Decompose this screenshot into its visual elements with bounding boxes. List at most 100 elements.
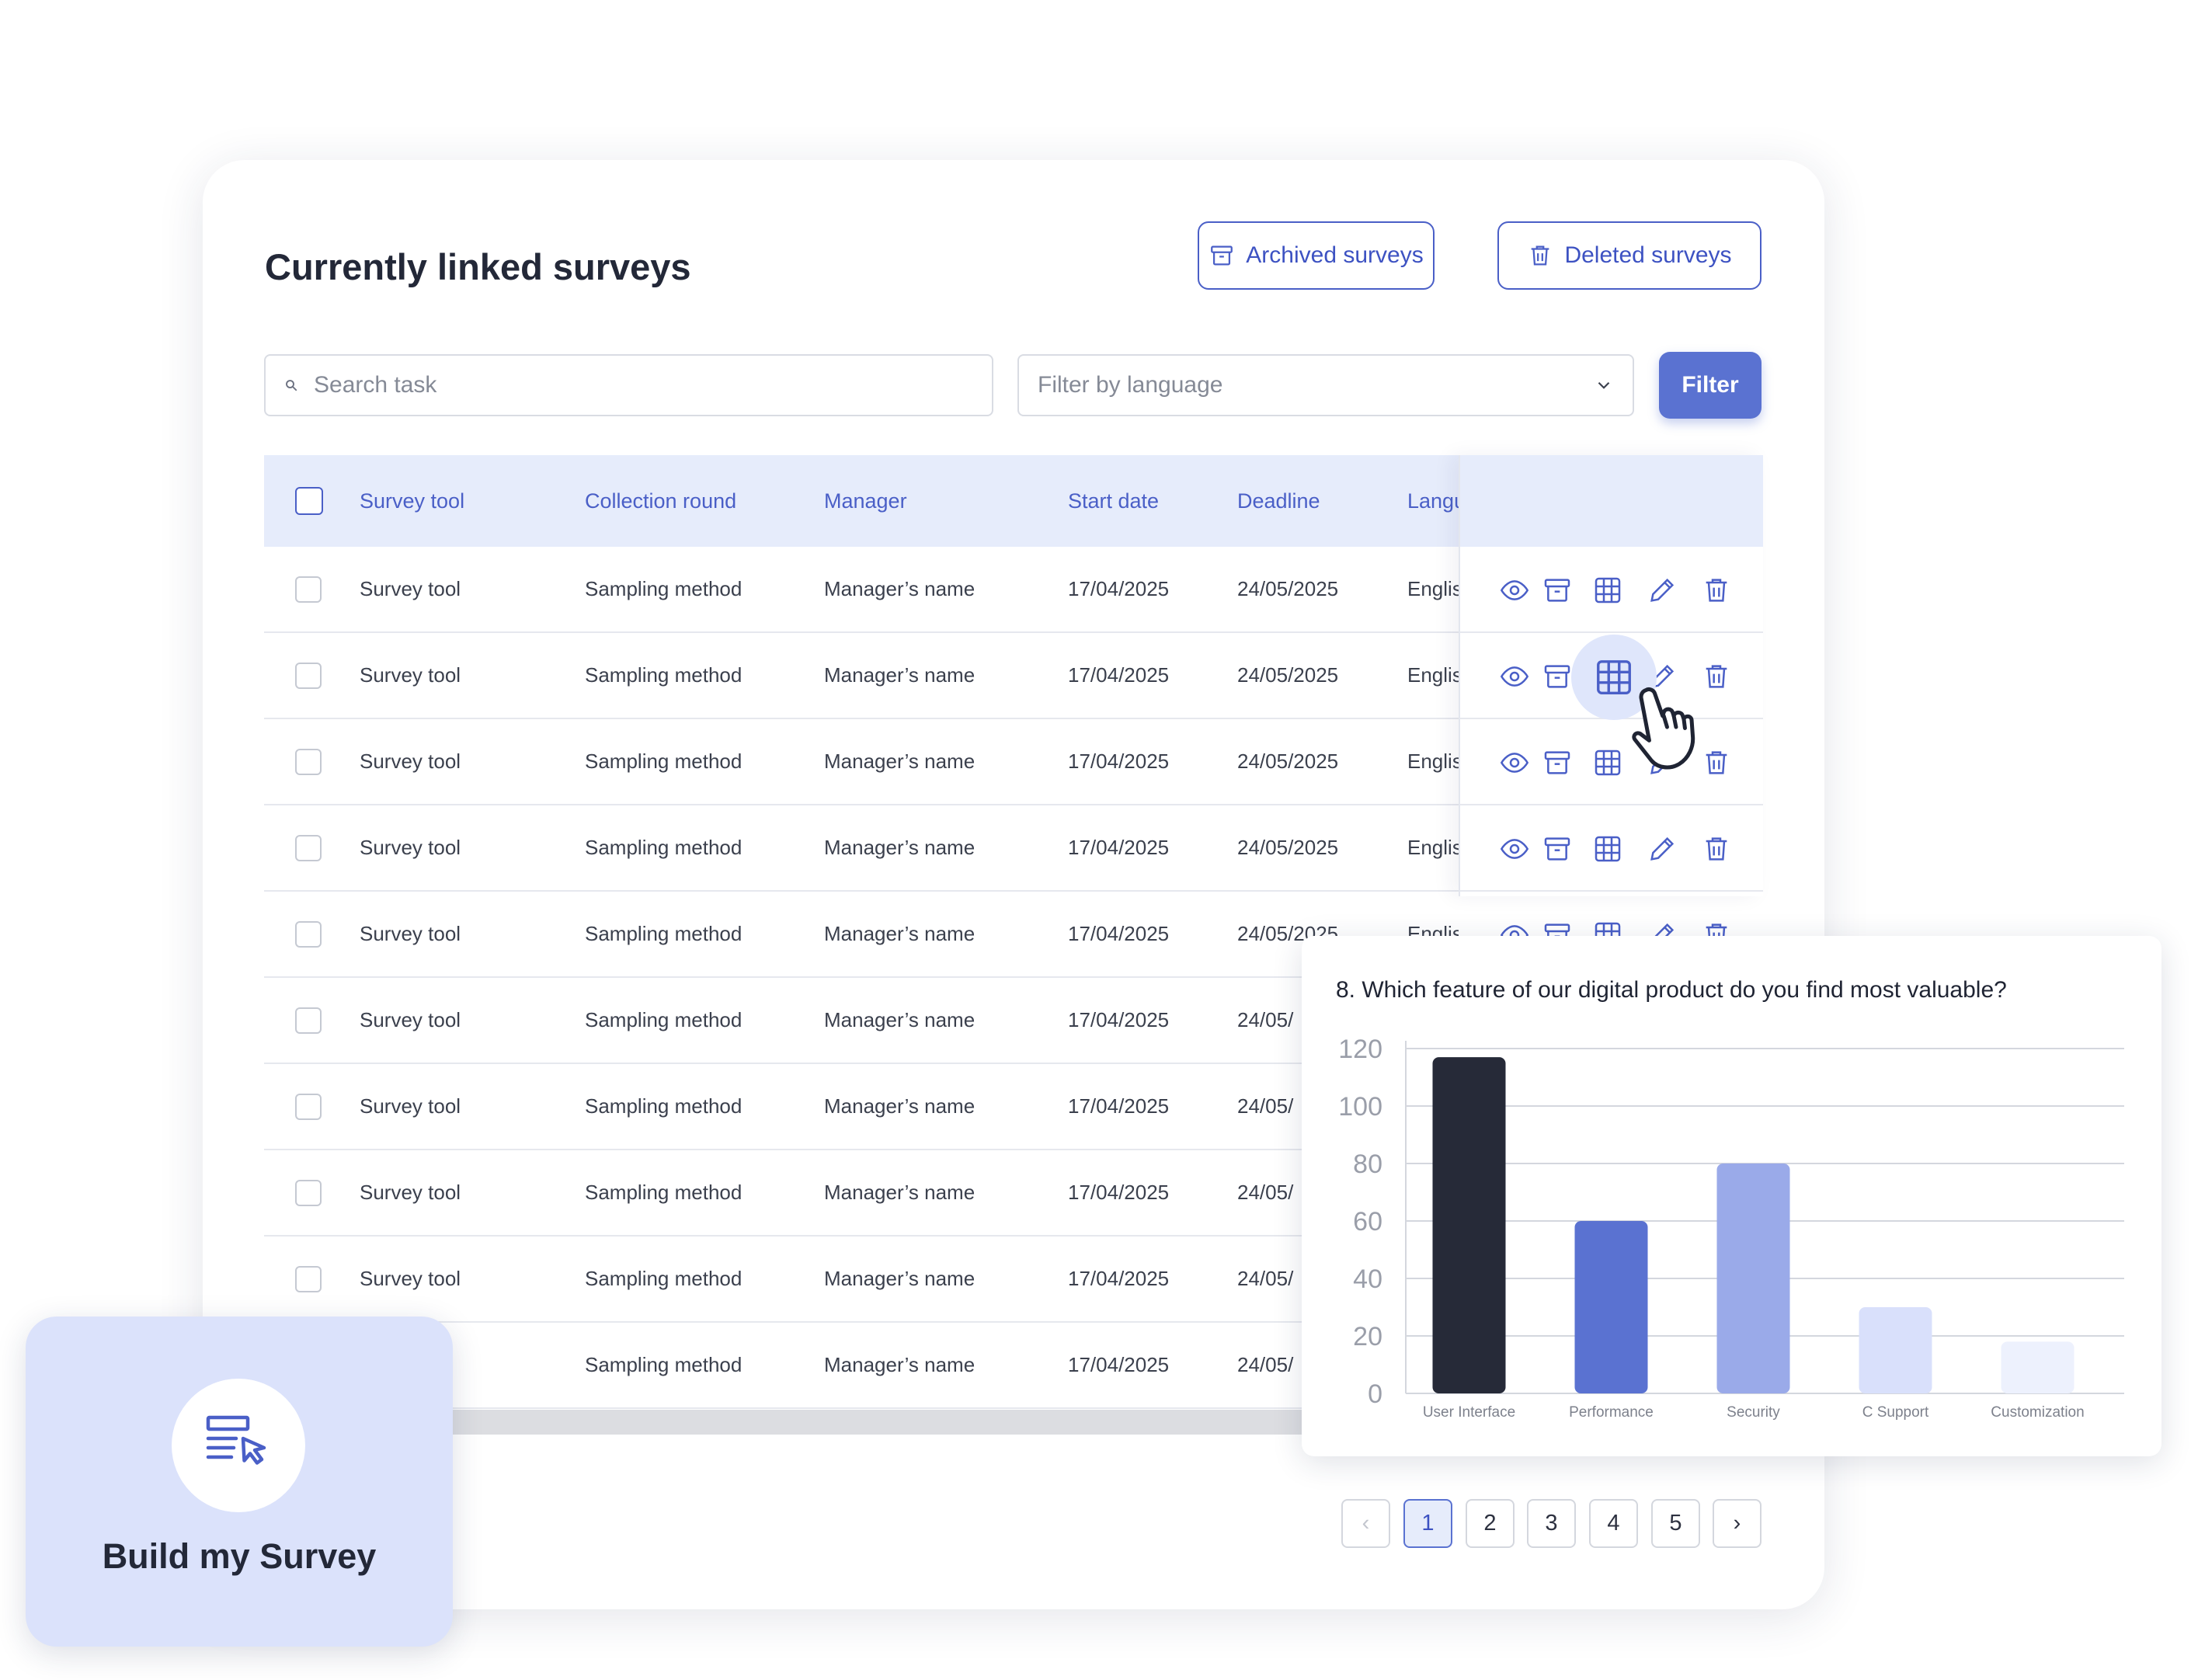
cell-survey-tool: Survey tool [360, 1008, 461, 1031]
row-checkbox[interactable] [295, 1094, 322, 1120]
column-header-survey-tool[interactable]: Survey tool [360, 455, 515, 547]
y-tick-label: 120 [1338, 1035, 1382, 1064]
build-survey-icon-circle[interactable] [172, 1379, 305, 1512]
deleted-surveys-button[interactable]: Deleted surveys [1497, 221, 1761, 290]
cell-start-date: 17/04/2025 [1068, 1267, 1170, 1290]
pagination-page-3[interactable]: 3 [1527, 1499, 1576, 1548]
column-header-deadline[interactable]: Deadline [1237, 455, 1377, 547]
cell-start-date: 17/04/2025 [1068, 1094, 1170, 1118]
y-tick-label: 40 [1353, 1264, 1382, 1294]
search-field[interactable] [264, 354, 993, 416]
row-checkbox[interactable] [295, 576, 322, 603]
eye-icon[interactable] [1499, 575, 1530, 606]
cell-manager: Manager’s name [824, 922, 976, 945]
select-all-checkbox[interactable] [295, 487, 323, 515]
cell-language: Englis [1407, 750, 1459, 773]
x-tick-label: User Interface [1423, 1404, 1515, 1421]
row-checkbox[interactable] [295, 663, 322, 689]
row-checkbox[interactable] [295, 1266, 322, 1292]
pagination-page-4[interactable]: 4 [1589, 1499, 1638, 1548]
eye-icon[interactable] [1499, 661, 1530, 692]
pencil-icon[interactable] [1647, 833, 1678, 864]
eye-icon[interactable] [1499, 833, 1530, 864]
cell-manager: Manager’s name [824, 1267, 976, 1290]
trash-icon[interactable] [1701, 575, 1732, 606]
bar [2001, 1341, 2074, 1393]
column-header-collection-round[interactable]: Collection round [585, 455, 787, 547]
chevron-down-icon [1594, 375, 1614, 395]
cell-start-date: 17/04/2025 [1068, 1181, 1170, 1204]
deleted-surveys-label: Deleted surveys [1564, 242, 1732, 268]
bar [1859, 1307, 1932, 1393]
cell-survey-tool: Survey tool [360, 1094, 461, 1118]
pagination-page-2[interactable]: 2 [1466, 1499, 1515, 1548]
cell-survey-tool: Survey tool [360, 922, 461, 945]
cell-collection-round: Sampling method [585, 1353, 743, 1376]
cell-language: Englis [1407, 577, 1459, 600]
table-icon[interactable] [1592, 833, 1623, 864]
cell-survey-tool: Survey tool [360, 663, 461, 687]
cell-collection-round: Sampling method [585, 1267, 743, 1290]
x-tick-label: Performance [1569, 1404, 1654, 1421]
cell-manager: Manager’s name [824, 1353, 976, 1376]
cell-deadline: 24/05/2025 [1237, 750, 1339, 773]
search-input[interactable] [312, 371, 952, 399]
eye-icon[interactable] [1499, 747, 1530, 778]
bar [1716, 1163, 1790, 1393]
trash-icon[interactable] [1701, 833, 1732, 864]
archived-surveys-button[interactable]: Archived surveys [1198, 221, 1435, 290]
pencil-icon[interactable] [1647, 575, 1678, 606]
column-header-language[interactable]: Langu [1407, 455, 1459, 547]
cell-manager: Manager’s name [824, 577, 976, 600]
archive-icon[interactable] [1542, 833, 1573, 864]
archive-icon [1209, 242, 1235, 269]
bar [1432, 1057, 1506, 1393]
cell-start-date: 17/04/2025 [1068, 836, 1170, 859]
row-checkbox[interactable] [295, 1180, 322, 1206]
language-filter-placeholder: Filter by language [1038, 372, 1223, 398]
search-icon [284, 378, 298, 392]
cell-manager: Manager’s name [824, 1008, 976, 1031]
cell-manager: Manager’s name [824, 750, 976, 773]
cell-start-date: 17/04/2025 [1068, 1353, 1170, 1376]
x-tick-label: Customization [1991, 1404, 2084, 1421]
row-checkbox[interactable] [295, 749, 322, 775]
cell-manager: Manager’s name [824, 1181, 976, 1204]
archive-icon[interactable] [1542, 747, 1573, 778]
cell-collection-round: Sampling method [585, 750, 743, 773]
pagination-page-5[interactable]: 5 [1651, 1499, 1700, 1548]
survey-builder-icon [201, 1408, 276, 1483]
cell-survey-tool: Survey tool [360, 836, 461, 859]
archive-icon[interactable] [1542, 661, 1573, 692]
cell-start-date: 17/04/2025 [1068, 750, 1170, 773]
cell-survey-tool: Survey tool [360, 750, 461, 773]
y-tick-label: 60 [1353, 1207, 1382, 1237]
column-header-manager[interactable]: Manager [824, 455, 979, 547]
column-header-start-date[interactable]: Start date [1068, 455, 1208, 547]
filter-button[interactable]: Filter [1659, 352, 1761, 419]
cell-survey-tool: Survey tool [360, 1181, 461, 1204]
y-tick-label: 0 [1368, 1379, 1382, 1409]
pagination-prev-button[interactable]: ‹ [1341, 1499, 1390, 1548]
archive-icon[interactable] [1542, 575, 1573, 606]
row-checkbox[interactable] [295, 1007, 322, 1034]
cell-deadline: 24/05/2025 [1237, 577, 1339, 600]
x-tick-label: Security [1727, 1404, 1780, 1421]
archived-surveys-label: Archived surveys [1246, 242, 1424, 268]
pagination-next-button[interactable]: › [1713, 1499, 1761, 1548]
language-filter-select[interactable]: Filter by language [1017, 354, 1634, 416]
cell-survey-tool: Survey tool [360, 1267, 461, 1290]
cell-collection-round: Sampling method [585, 922, 743, 945]
hand-cursor-icon [1623, 683, 1709, 773]
table-icon[interactable] [1592, 575, 1623, 606]
cell-collection-round: Sampling method [585, 1181, 743, 1204]
row-checkbox[interactable] [295, 835, 322, 861]
pagination-page-1[interactable]: 1 [1403, 1499, 1452, 1548]
table-icon[interactable] [1592, 747, 1623, 778]
bar-chart: 0 20 40 60 80 100 120 User Interface Performance… [1338, 1035, 2124, 1421]
row-checkbox[interactable] [295, 921, 322, 948]
cell-manager: Manager’s name [824, 663, 976, 687]
y-tick-label: 80 [1353, 1150, 1382, 1179]
page-title: Currently linked surveys [265, 246, 691, 287]
cell-start-date: 17/04/2025 [1068, 922, 1170, 945]
